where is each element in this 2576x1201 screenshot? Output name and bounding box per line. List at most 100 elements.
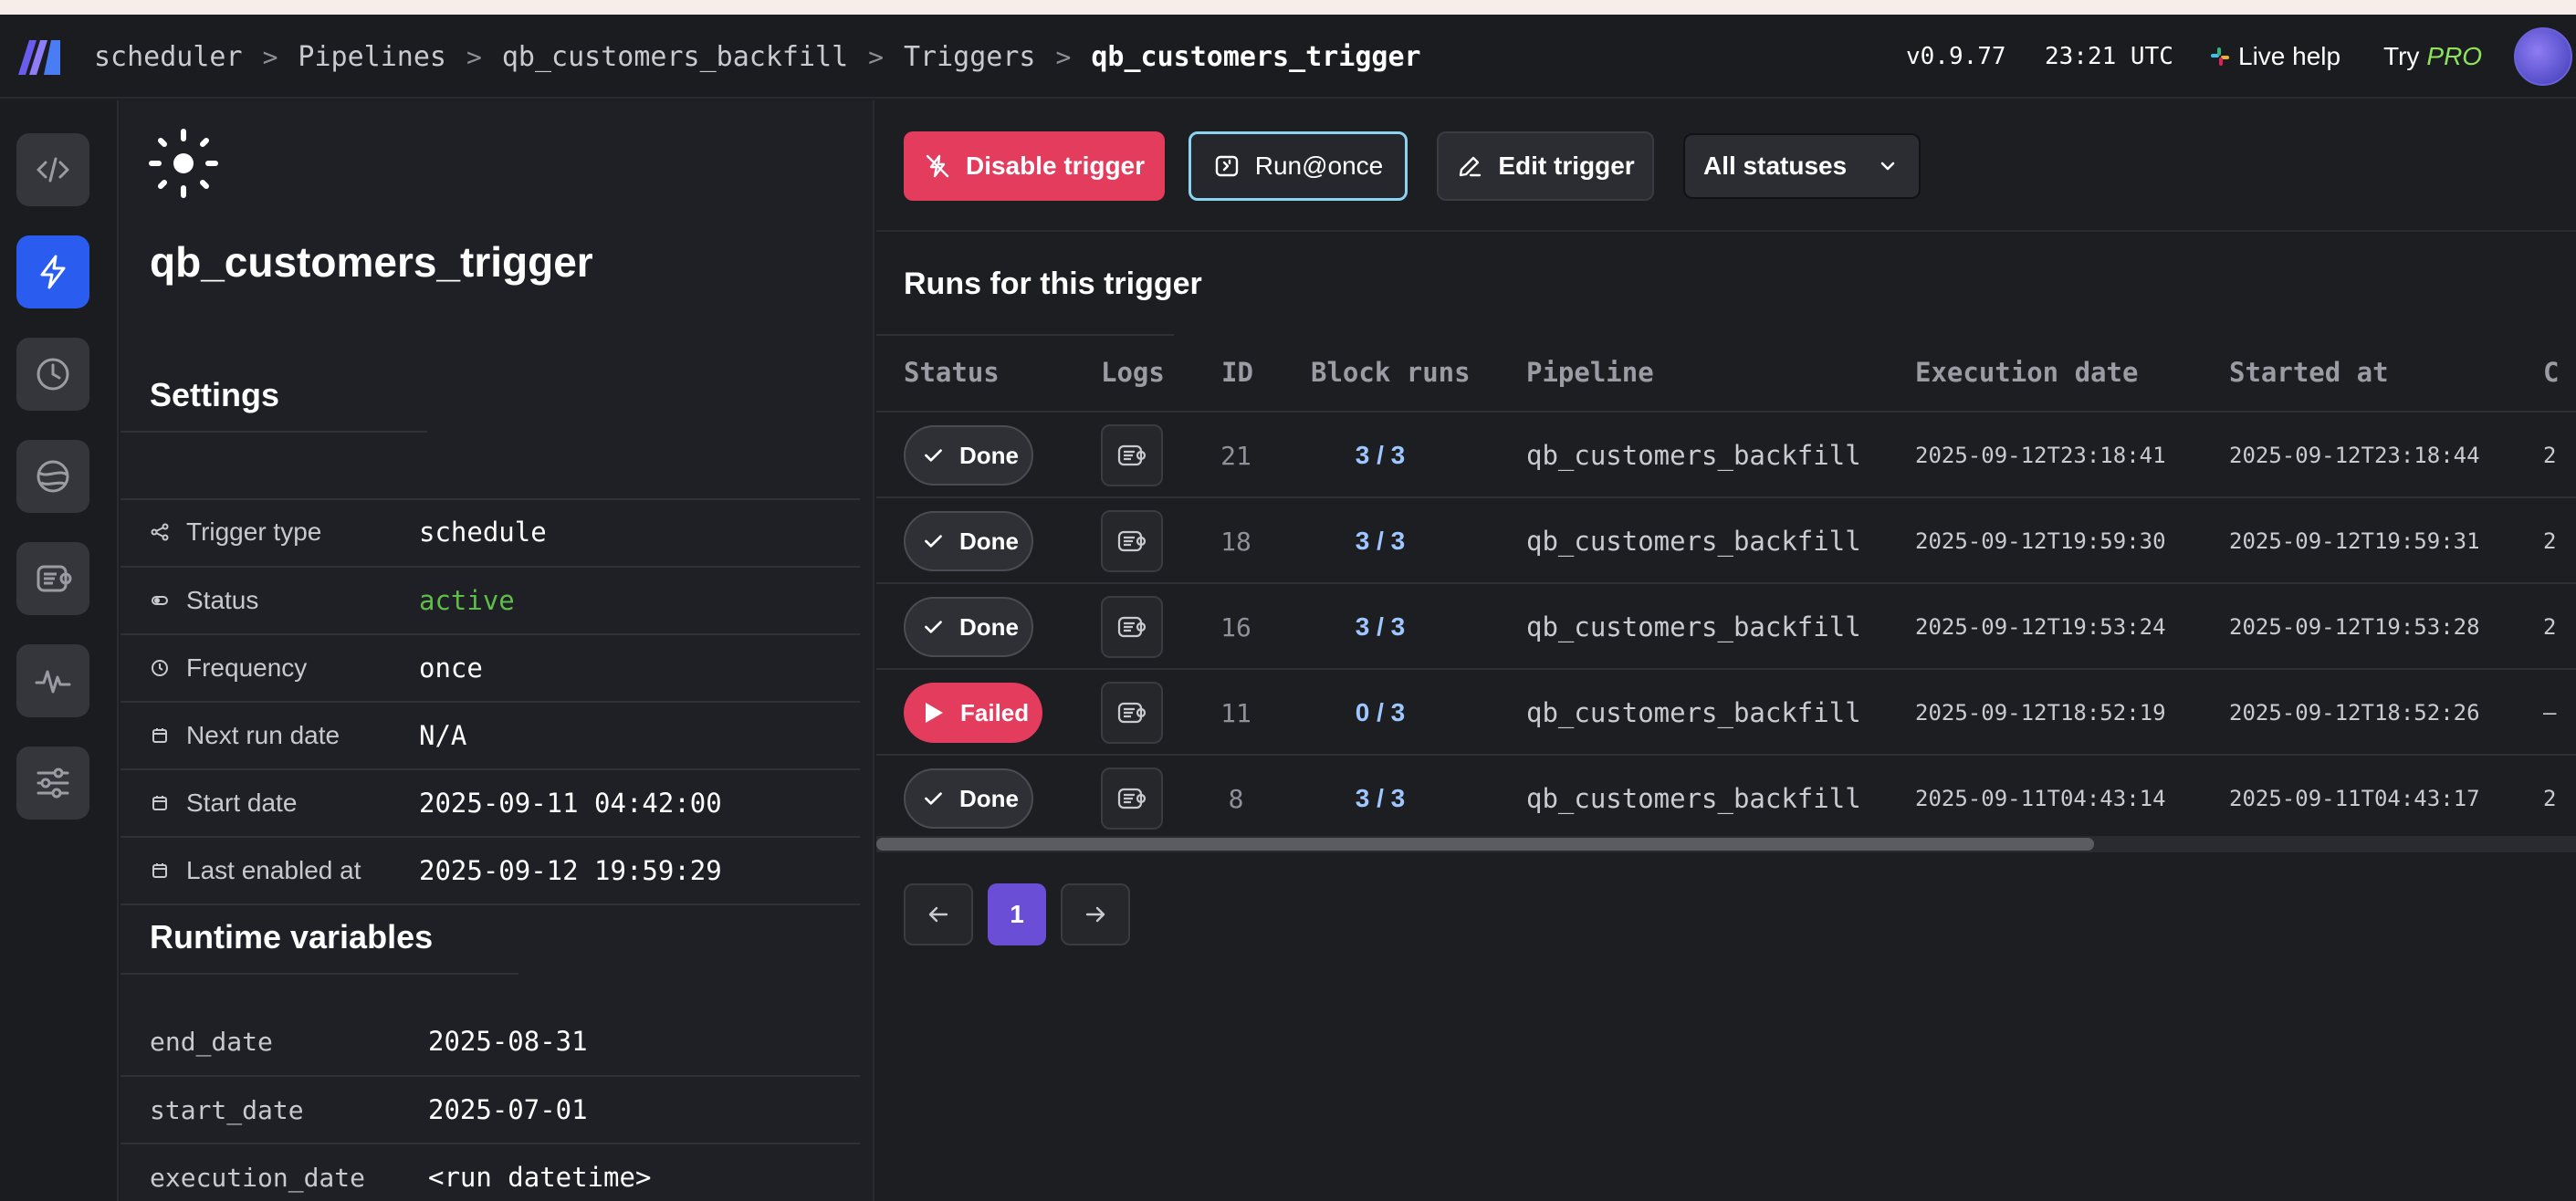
pipeline-link[interactable]: qb_customers_backfill bbox=[1526, 584, 1861, 670]
version-label: v0.9.77 bbox=[1906, 43, 2006, 70]
col-header-pipeline: Pipeline bbox=[1526, 357, 1654, 388]
lightning-icon bbox=[40, 255, 66, 289]
breadcrumb-separator: > bbox=[466, 41, 482, 72]
logs-button[interactable] bbox=[1101, 596, 1163, 658]
setting-row-trigger-type: Trigger type schedule bbox=[120, 498, 860, 566]
nav-globe-button[interactable] bbox=[16, 440, 89, 513]
block-runs-link[interactable]: 3 / 3 bbox=[1298, 756, 1462, 841]
status-done-badge[interactable]: Done bbox=[904, 597, 1033, 657]
breadcrumb-pipeline[interactable]: qb_customers_backfill bbox=[502, 41, 848, 73]
started-at: 2025-09-12T19:59:31 bbox=[2229, 528, 2480, 554]
disable-trigger-button[interactable]: Disable trigger bbox=[904, 131, 1165, 201]
scrollbar-thumb[interactable] bbox=[876, 838, 2094, 851]
logs-button[interactable] bbox=[1101, 768, 1163, 830]
block-runs-link[interactable]: 3 / 3 bbox=[1298, 413, 1462, 498]
variable-key: start_date bbox=[150, 1094, 304, 1125]
completed-at: 2 bbox=[2543, 443, 2557, 468]
status-failed-badge[interactable]: Failed bbox=[904, 683, 1042, 743]
breadcrumb-pipelines[interactable]: Pipelines bbox=[298, 41, 446, 73]
execution-date: 2025-09-11T04:43:14 bbox=[1915, 786, 2166, 811]
arrow-right-icon bbox=[1085, 906, 1105, 923]
check-icon bbox=[925, 535, 942, 548]
status-value: active bbox=[419, 585, 515, 616]
completed-at: 2 bbox=[2543, 786, 2557, 811]
check-icon bbox=[925, 621, 942, 633]
pipeline-link[interactable]: qb_customers_backfill bbox=[1526, 670, 1861, 756]
settings-heading: Settings bbox=[150, 376, 280, 413]
previous-page-button[interactable] bbox=[904, 883, 973, 945]
setting-key: Next run date bbox=[186, 721, 340, 749]
mage-logo[interactable] bbox=[16, 37, 64, 77]
started-at: 2025-09-11T04:43:17 bbox=[2229, 786, 2480, 811]
pro-label: PRO bbox=[2426, 42, 2483, 70]
nav-schedule-button[interactable] bbox=[16, 338, 89, 411]
table-row[interactable]: Done 16 3 / 3 qb_customers_backfill 2025… bbox=[876, 582, 2576, 668]
completed-at: 2 bbox=[2543, 528, 2557, 554]
runs-heading: Runs for this trigger bbox=[904, 266, 1202, 301]
runtime-variable-row: start_date 2025-07-01 bbox=[120, 1075, 860, 1143]
status-done-badge[interactable]: Done bbox=[904, 511, 1033, 571]
variable-key: end_date bbox=[150, 1026, 273, 1057]
horizontal-scrollbar[interactable] bbox=[876, 836, 2576, 852]
lightning-off-icon bbox=[926, 154, 949, 178]
nav-triggers-button[interactable] bbox=[16, 235, 89, 308]
table-row[interactable]: Done 8 3 / 3 qb_customers_backfill 2025-… bbox=[876, 754, 2576, 840]
live-help-link[interactable]: Live help bbox=[2209, 15, 2340, 99]
nav-code-button[interactable] bbox=[16, 133, 89, 206]
col-header-id: ID bbox=[1221, 357, 1253, 388]
breadcrumb-scheduler[interactable]: scheduler bbox=[94, 41, 243, 73]
pencil-icon bbox=[1460, 156, 1482, 177]
chevron-down-icon bbox=[1880, 162, 1895, 171]
pipeline-link[interactable]: qb_customers_backfill bbox=[1526, 498, 1861, 584]
edit-trigger-button[interactable]: Edit trigger bbox=[1437, 131, 1654, 201]
setting-key: Status bbox=[186, 586, 259, 614]
status-done-badge[interactable]: Done bbox=[904, 768, 1033, 829]
logs-button[interactable] bbox=[1101, 424, 1163, 486]
status-label: Done bbox=[959, 612, 1019, 641]
nav-sidebar bbox=[0, 100, 119, 1201]
logs-button[interactable] bbox=[1101, 510, 1163, 572]
play-icon bbox=[926, 703, 943, 723]
nav-settings-button[interactable] bbox=[16, 747, 89, 820]
pipeline-link[interactable]: qb_customers_backfill bbox=[1526, 413, 1861, 498]
run-once-button[interactable]: Run@once bbox=[1189, 131, 1408, 201]
share-icon bbox=[151, 523, 169, 541]
table-row[interactable]: Done 21 3 / 3 qb_customers_backfill 2025… bbox=[876, 411, 2576, 496]
col-header-execution-date: Execution date bbox=[1915, 357, 2139, 388]
table-row[interactable]: Failed 11 0 / 3 qb_customers_backfill 20… bbox=[876, 668, 2576, 754]
logs-icon bbox=[1117, 444, 1147, 466]
status-filter-select[interactable]: All statuses bbox=[1683, 133, 1921, 199]
breadcrumb-triggers[interactable]: Triggers bbox=[904, 41, 1036, 73]
app-header: scheduler > Pipelines > qb_customers_bac… bbox=[0, 15, 2576, 99]
run-once-label: Run@once bbox=[1254, 151, 1384, 180]
block-runs-link[interactable]: 3 / 3 bbox=[1298, 584, 1462, 670]
check-icon bbox=[925, 449, 942, 462]
pipeline-link[interactable]: qb_customers_backfill bbox=[1526, 756, 1861, 841]
variable-value: 2025-08-31 bbox=[428, 1026, 588, 1057]
next-page-button[interactable] bbox=[1061, 883, 1130, 945]
avatar[interactable] bbox=[2514, 27, 2572, 86]
nav-logs-button[interactable] bbox=[16, 542, 89, 615]
setting-row-last-enabled: Last enabled at 2025-09-12 19:59:29 bbox=[120, 836, 860, 903]
setting-row-status: Status active bbox=[120, 566, 860, 633]
execution-date: 2025-09-12T19:59:30 bbox=[1915, 528, 2166, 554]
setting-key: Frequency bbox=[186, 653, 308, 682]
breadcrumb-separator: > bbox=[262, 41, 278, 72]
nav-monitor-button[interactable] bbox=[16, 644, 89, 717]
try-pro-link[interactable]: Try PRO bbox=[2383, 15, 2482, 99]
execution-date: 2025-09-12T23:18:41 bbox=[1915, 443, 2166, 468]
block-runs-link[interactable]: 0 / 3 bbox=[1298, 670, 1462, 756]
page-1-button[interactable]: 1 bbox=[988, 883, 1046, 945]
block-runs-link[interactable]: 3 / 3 bbox=[1298, 498, 1462, 584]
pulse-icon bbox=[35, 670, 71, 694]
setting-value: schedule bbox=[419, 517, 547, 548]
runs-panel: Disable trigger Run@once Edit trigger Al… bbox=[876, 100, 2576, 1201]
trigger-name: qb_customers_trigger bbox=[150, 238, 593, 286]
status-done-badge[interactable]: Done bbox=[904, 425, 1033, 486]
logs-button[interactable] bbox=[1101, 682, 1163, 744]
variable-value: <run datetime> bbox=[428, 1162, 652, 1193]
execution-date: 2025-09-12T18:52:19 bbox=[1915, 700, 2166, 726]
table-row[interactable]: Done 18 3 / 3 qb_customers_backfill 2025… bbox=[876, 496, 2576, 582]
started-at: 2025-09-12T18:52:26 bbox=[2229, 700, 2480, 726]
completed-at: 2 bbox=[2543, 614, 2557, 640]
